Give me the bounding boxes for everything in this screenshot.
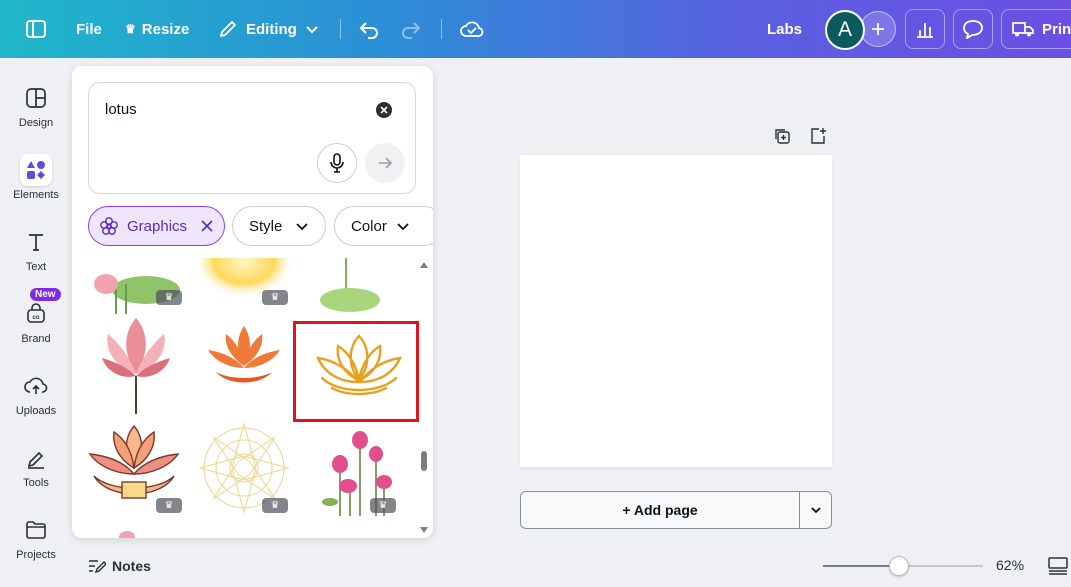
bar-chart-icon — [917, 23, 933, 38]
notes-button[interactable]: Notes — [88, 556, 151, 576]
avatar[interactable]: A — [825, 10, 865, 50]
results-scrollbar[interactable] — [418, 258, 430, 538]
sidebar-item-brand[interactable]: New co Brand — [0, 288, 72, 364]
tools-icon — [20, 442, 52, 474]
comments-button[interactable] — [953, 9, 993, 49]
resize-button[interactable]: ♛ Resize — [125, 0, 189, 58]
notes-icon — [89, 560, 106, 574]
add-page-button-group: + Add page — [520, 491, 832, 529]
zoom-level[interactable]: 62% — [996, 557, 1024, 573]
uploads-icon — [20, 370, 52, 402]
duplicate-page-icon[interactable] — [773, 127, 791, 145]
filter-chip-graphics[interactable]: Graphics — [88, 206, 225, 246]
sidebar-item-label: Uploads — [15, 405, 57, 417]
insights-button[interactable] — [905, 9, 945, 49]
sidebar-item-label: Projects — [16, 549, 56, 561]
voice-search-button[interactable] — [317, 143, 357, 183]
flower-icon — [100, 217, 118, 235]
chevron-down-icon — [296, 223, 308, 231]
submit-search-button[interactable] — [365, 143, 405, 183]
graphic-layered-lotus[interactable]: ♛ — [86, 420, 182, 516]
left-sidebar: Design Elements Text New co Brand Upload… — [0, 58, 72, 587]
menu-toggle-icon[interactable] — [25, 0, 47, 58]
zoom-slider-knob[interactable] — [889, 556, 909, 576]
premium-crown-icon: ♛ — [262, 498, 288, 513]
page-view-icon[interactable] — [1047, 556, 1069, 581]
sidebar-item-uploads[interactable]: Uploads — [0, 364, 72, 436]
undo-icon[interactable] — [358, 0, 380, 58]
sidebar-item-text[interactable]: Text — [0, 220, 72, 292]
labs-link[interactable]: Labs — [767, 0, 802, 58]
premium-crown-icon: ♛ — [370, 498, 396, 513]
remove-filter-icon[interactable] — [201, 220, 213, 232]
projects-icon — [20, 514, 52, 546]
sidebar-item-projects[interactable]: Projects — [0, 508, 72, 580]
graphic-lotus-leaves-pink[interactable]: ♛ — [86, 258, 182, 314]
scroll-up-icon[interactable] — [420, 262, 428, 268]
scrollbar-thumb[interactable] — [421, 451, 427, 471]
add-page-options-button[interactable] — [800, 492, 832, 528]
crown-icon: ♛ — [125, 22, 136, 36]
redo-icon[interactable] — [400, 0, 422, 58]
search-box[interactable]: lotus — [88, 82, 416, 194]
sidebar-item-label: Text — [25, 261, 47, 273]
elements-icon — [20, 154, 52, 186]
text-icon — [20, 226, 52, 258]
new-badge: New — [30, 288, 61, 301]
sidebar-item-design[interactable]: Design — [0, 76, 72, 148]
add-page-button[interactable]: + Add page — [521, 492, 799, 528]
filter-chip-label: Style — [249, 217, 283, 235]
cloud-saved-icon[interactable] — [460, 0, 484, 58]
graphic-partial-lotus[interactable] — [112, 526, 208, 538]
comment-icon — [963, 20, 983, 39]
filter-chip-label: Color — [351, 217, 387, 235]
design-icon — [20, 82, 52, 114]
chevron-down-icon — [811, 507, 821, 514]
graphic-orange-lotus[interactable] — [196, 318, 292, 414]
sidebar-item-label: Brand — [21, 333, 51, 345]
file-menu[interactable]: File — [76, 0, 102, 58]
search-input[interactable]: lotus — [105, 101, 137, 118]
premium-crown-icon: ♛ — [156, 498, 182, 513]
premium-crown-icon: ♛ — [262, 290, 288, 305]
clear-search-icon[interactable] — [376, 102, 392, 118]
filter-chip-style[interactable]: Style — [232, 206, 326, 246]
design-page[interactable] — [520, 155, 832, 467]
graphic-pink-lotus-bouquet[interactable]: ♛ — [310, 420, 406, 516]
plus-icon — [872, 23, 884, 35]
graphic-pink-lotus-bud[interactable] — [86, 318, 182, 416]
top-toolbar: File ♛ Resize Editing Labs A Print — [0, 0, 1071, 58]
print-button[interactable]: Print — [1001, 9, 1071, 49]
graphic-glowing-lotus[interactable]: ♛ — [196, 258, 292, 314]
graphic-lotus-leaf-green[interactable] — [302, 258, 398, 314]
add-collaborator-button[interactable] — [860, 11, 896, 47]
notes-label: Notes — [112, 558, 151, 574]
filter-chip-label: Graphics — [127, 217, 188, 235]
sidebar-item-label: Tools — [23, 477, 49, 489]
elements-panel: lotus Graphics Style Color ♛ ♛ ♛ ♛ ♛ — [72, 66, 433, 538]
microphone-icon — [330, 153, 344, 173]
chevron-down-icon — [306, 26, 318, 34]
chevron-down-icon — [397, 223, 409, 231]
brand-icon: co — [20, 298, 52, 330]
scroll-down-icon[interactable] — [420, 527, 428, 533]
graphic-mandala-lotus[interactable]: ♛ — [196, 420, 292, 516]
truck-icon — [1012, 22, 1034, 37]
print-label: Print — [1042, 20, 1071, 38]
editing-label: Editing — [246, 20, 297, 38]
sidebar-item-elements[interactable]: Elements — [0, 148, 72, 220]
sidebar-item-label: Design — [18, 117, 54, 129]
svg-text:co: co — [32, 315, 39, 321]
pencil-icon — [220, 21, 236, 37]
editing-mode-dropdown[interactable]: Editing — [218, 0, 319, 58]
arrow-right-icon — [379, 157, 393, 169]
add-page-icon[interactable] — [809, 127, 827, 145]
zoom-slider-fill — [823, 565, 899, 567]
sidebar-item-tools[interactable]: Tools — [0, 436, 72, 508]
filter-chip-color[interactable]: Color — [334, 206, 433, 246]
resize-label: Resize — [141, 20, 190, 38]
sidebar-item-label: Elements — [13, 189, 59, 201]
selected-graphic-highlight — [293, 321, 419, 422]
premium-crown-icon: ♛ — [156, 290, 182, 305]
